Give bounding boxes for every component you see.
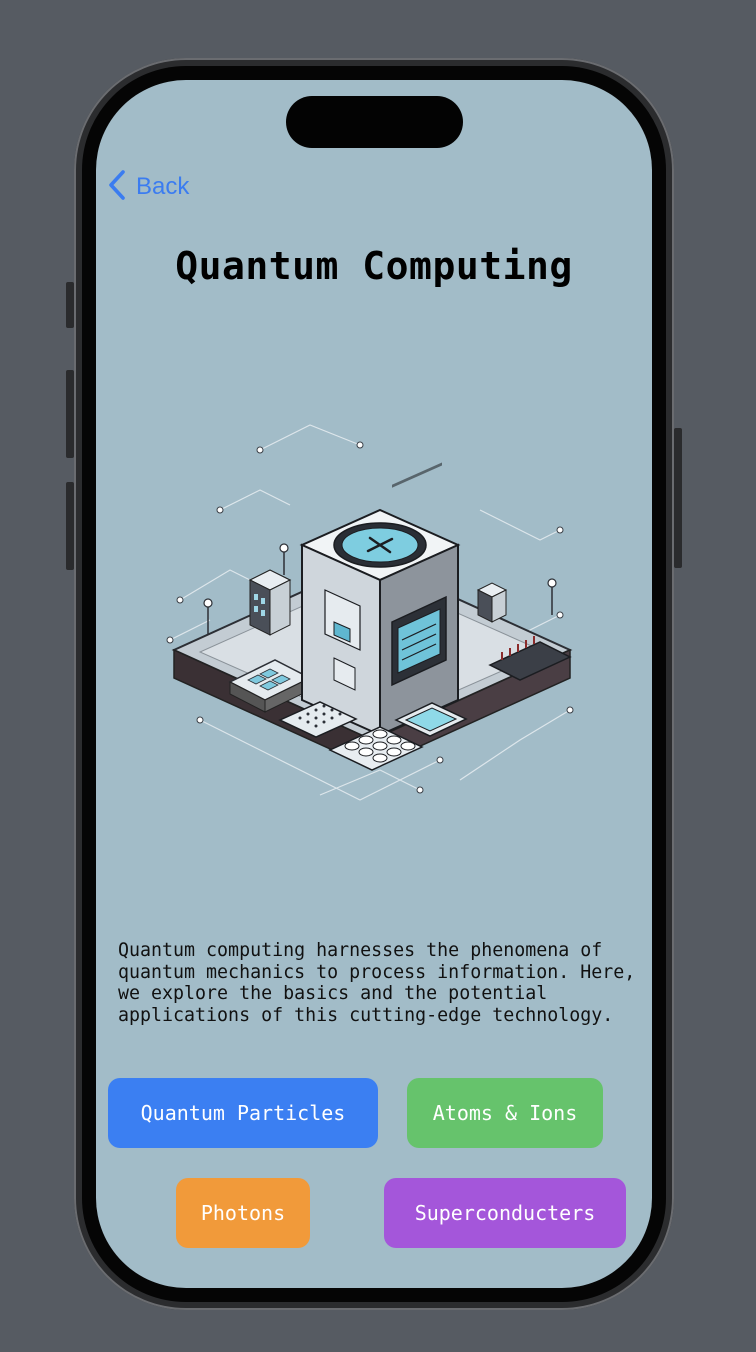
back-button[interactable]: Back xyxy=(106,170,189,204)
screen: Back Quantum Computing Quantum computing… xyxy=(96,80,652,1288)
page-title: Quantum Computing xyxy=(175,244,573,288)
photons-button[interactable]: Photons xyxy=(176,1178,310,1248)
atoms-ions-button[interactable]: Atoms & Ions xyxy=(407,1078,603,1148)
volume-down-button xyxy=(66,482,74,570)
power-button xyxy=(674,428,682,568)
back-label: Back xyxy=(136,173,190,200)
action-button xyxy=(66,282,74,328)
superconducters-button[interactable]: Superconducters xyxy=(384,1178,626,1248)
page-description: Quantum computing harnesses the phenomen… xyxy=(118,940,636,1026)
chevron-left-icon xyxy=(106,169,128,205)
dynamic-island xyxy=(286,96,463,148)
volume-up-button xyxy=(66,370,74,458)
quantum-computer-illustration xyxy=(160,390,584,820)
quantum-particles-button[interactable]: Quantum Particles xyxy=(108,1078,378,1148)
